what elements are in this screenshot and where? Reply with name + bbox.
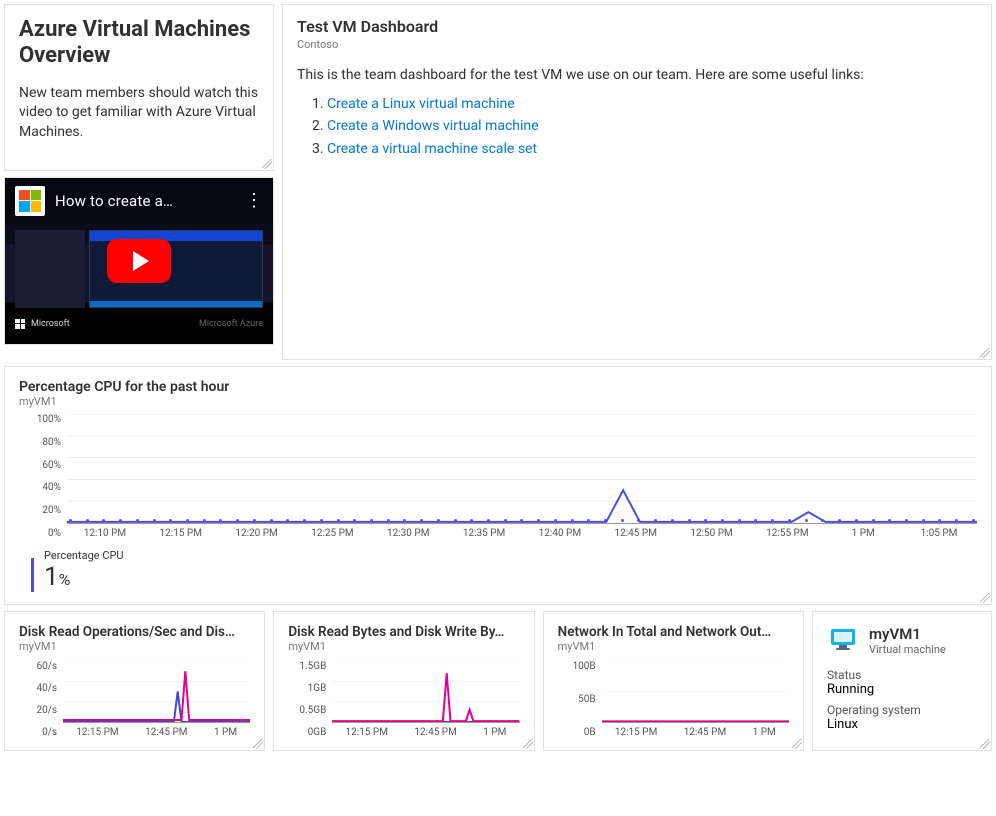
disk-ops-chart-tile[interactable]: Disk Read Operations/Sec and Dis… myVM1 … bbox=[4, 611, 265, 751]
azure-label: Microsoft Azure bbox=[199, 319, 263, 329]
vm-type: Virtual machine bbox=[869, 643, 946, 656]
dashboard-org: Contoso bbox=[297, 38, 977, 51]
disk-ops-resource: myVM1 bbox=[19, 640, 250, 653]
disk-ops-y-axis: 60/s40/s20/s0/s bbox=[19, 661, 63, 738]
cpu-chart-title: Percentage CPU for the past hour bbox=[19, 379, 977, 395]
disk-bytes-y-axis: 1.5GB1GB0.5GB0GB bbox=[288, 661, 332, 738]
cpu-metric: Percentage CPU 1% bbox=[19, 549, 977, 592]
overview-description: New team members should watch this video… bbox=[19, 84, 259, 143]
cpu-x-axis: 12:10 PM12:15 PM12:20 PM12:25 PM12:30 PM… bbox=[67, 524, 977, 539]
vm-resource-tile[interactable]: myVM1 Virtual machine Status Running Ope… bbox=[812, 611, 992, 751]
network-title: Network In Total and Network Out… bbox=[558, 624, 789, 640]
vm-os-value: Linux bbox=[827, 717, 977, 732]
cpu-y-axis: 100%80%60%40%20%0% bbox=[19, 414, 67, 539]
network-y-axis: 100B50B0B bbox=[558, 661, 602, 738]
metric-label: Percentage CPU bbox=[44, 549, 124, 562]
video-more-icon[interactable]: ⋮ bbox=[245, 192, 263, 210]
video-tile: How to create a… ⋮ Microsoft Microsoft A… bbox=[4, 177, 274, 345]
disk-ops-plot[interactable] bbox=[63, 661, 250, 723]
link-create-linux-vm[interactable]: Create a Linux virtual machine bbox=[327, 96, 515, 112]
vm-os-label: Operating system bbox=[827, 703, 977, 717]
dashboard-links: Create a Linux virtual machine Create a … bbox=[327, 93, 977, 160]
vm-status-value: Running bbox=[827, 682, 977, 697]
network-plot[interactable] bbox=[602, 661, 789, 723]
dashboard-intro: This is the team dashboard for the test … bbox=[297, 67, 977, 83]
disk-bytes-title: Disk Read Bytes and Disk Write By… bbox=[288, 624, 519, 640]
vm-icon bbox=[827, 624, 859, 656]
link-create-windows-vm[interactable]: Create a Windows virtual machine bbox=[327, 118, 539, 134]
cpu-plot[interactable] bbox=[67, 414, 977, 524]
metric-value: 1% bbox=[44, 562, 124, 592]
disk-ops-title: Disk Read Operations/Sec and Dis… bbox=[19, 624, 250, 640]
cpu-chart-resource: myVM1 bbox=[19, 395, 977, 408]
dashboard-title: Test VM Dashboard bbox=[297, 17, 977, 36]
overview-title: Azure Virtual Machines Overview bbox=[19, 17, 259, 70]
play-button-icon[interactable] bbox=[107, 239, 171, 283]
disk-bytes-resource: myVM1 bbox=[288, 640, 519, 653]
vm-status-label: Status bbox=[827, 668, 977, 682]
disk-bytes-chart-tile[interactable]: Disk Read Bytes and Disk Write By… myVM1… bbox=[273, 611, 534, 751]
metric-color-bar bbox=[31, 558, 34, 592]
network-resource: myVM1 bbox=[558, 640, 789, 653]
video-title: How to create a… bbox=[55, 192, 173, 210]
link-create-vmss[interactable]: Create a virtual machine scale set bbox=[327, 141, 537, 157]
video-footer: Microsoft Microsoft Azure bbox=[5, 304, 273, 344]
video-topbar: How to create a… ⋮ bbox=[5, 178, 273, 224]
disk-bytes-x-axis: 12:15 PM12:45 PM1 PM bbox=[332, 723, 519, 738]
microsoft-logo-icon: Microsoft bbox=[15, 319, 70, 329]
cpu-chart-tile[interactable]: Percentage CPU for the past hour myVM1 1… bbox=[4, 366, 992, 605]
overview-tile: Azure Virtual Machines Overview New team… bbox=[4, 4, 274, 171]
network-chart-tile[interactable]: Network In Total and Network Out… myVM1 … bbox=[543, 611, 804, 751]
channel-logo-icon bbox=[15, 186, 45, 216]
network-x-axis: 12:15 PM12:45 PM1 PM bbox=[602, 723, 789, 738]
vm-name: myVM1 bbox=[869, 625, 946, 643]
disk-bytes-plot[interactable] bbox=[332, 661, 519, 723]
video-player[interactable]: How to create a… ⋮ Microsoft Microsoft A… bbox=[5, 178, 273, 344]
dashboard-tile: Test VM Dashboard Contoso This is the te… bbox=[282, 4, 992, 360]
disk-ops-x-axis: 12:15 PM12:45 PM1 PM bbox=[63, 723, 250, 738]
